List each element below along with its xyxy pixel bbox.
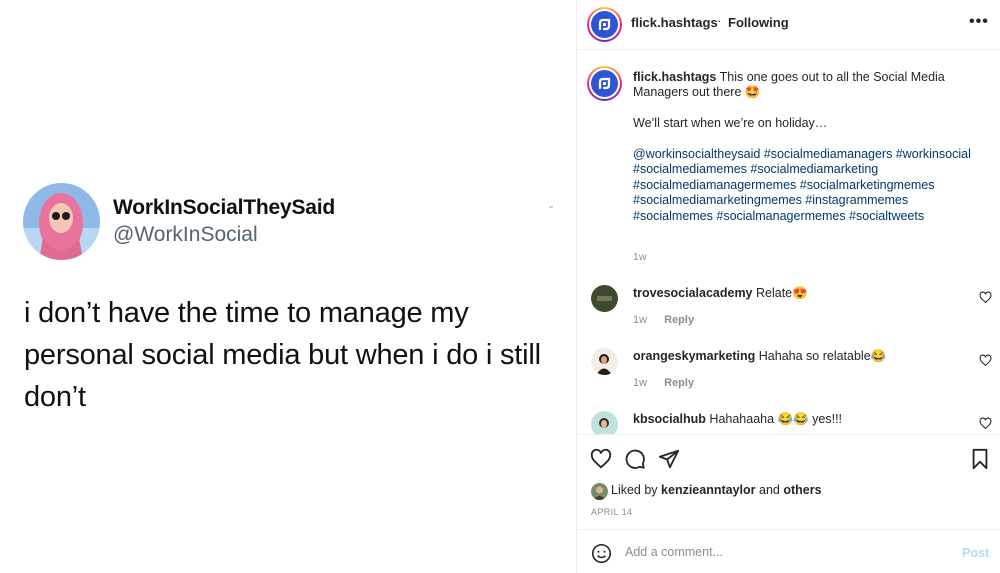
caption-hashtags[interactable]: @workinsocialtheysaid #socialmediamanage… — [633, 147, 971, 223]
comment-bubble-icon[interactable] — [624, 448, 646, 470]
comment-text: kbsocialhub Hahahaaha 😂😂 yes!!! — [633, 412, 842, 427]
tweet-text: i don’t have the time to manage my perso… — [24, 297, 541, 413]
comments-list[interactable]: flick.hashtags This one goes out to all … — [577, 51, 1000, 434]
add-comment-bar: Post — [577, 529, 1000, 573]
reply-button[interactable]: Reply — [664, 377, 694, 389]
comment-username[interactable]: orangeskymarketing — [633, 349, 755, 363]
flick-logo-icon — [591, 11, 618, 38]
tweet-display-name: WorkInSocialTheySaid — [113, 196, 336, 219]
reply-button[interactable]: Reply — [664, 314, 694, 326]
tweet-handle: @WorkInSocial — [113, 223, 258, 246]
comment-time: 1w — [633, 314, 648, 326]
caption-text-2: We’ll start when we’re on holiday… — [633, 116, 828, 131]
comment-meta: 1w Reply — [633, 377, 694, 389]
comment-body: Hahahaaha 😂😂 yes!!! — [709, 412, 843, 426]
liker-username[interactable]: kenzieanntaylor — [661, 483, 755, 497]
share-send-icon[interactable] — [658, 448, 680, 470]
header-username[interactable]: flick.hashtags — [631, 15, 718, 30]
flick-logo-icon — [591, 70, 618, 97]
tweet-divider-mark — [549, 206, 553, 208]
post-header: flick.hashtags · Following ••• — [577, 0, 1000, 50]
like-comment-heart-icon[interactable] — [979, 354, 992, 367]
more-options-icon[interactable]: ••• — [969, 13, 989, 31]
comment-avatar[interactable] — [591, 285, 618, 312]
tweet-avatar — [23, 183, 100, 260]
comment-username[interactable]: trovesocialacademy — [633, 286, 753, 300]
comment-username[interactable]: kbsocialhub — [633, 412, 706, 426]
caption-timestamp: 1w — [633, 251, 647, 263]
like-heart-icon[interactable] — [590, 448, 612, 470]
post-date[interactable]: APRIL 14 — [591, 507, 632, 517]
comment-meta: 1w Reply — [633, 314, 694, 326]
emoji-icon[interactable] — [591, 543, 612, 564]
post-image[interactable]: WorkInSocialTheySaid @WorkInSocial i don… — [0, 0, 576, 573]
likes-prefix: Liked by — [611, 483, 658, 497]
liker-avatar[interactable] — [591, 483, 608, 500]
comment-body: Relate😍 — [756, 286, 808, 300]
post-comment-button[interactable]: Post — [962, 546, 989, 560]
post-sidebar: flick.hashtags · Following ••• flick.has… — [576, 0, 1000, 573]
comment-avatar[interactable] — [591, 348, 618, 375]
add-comment-input[interactable] — [625, 540, 945, 564]
likes-summary: Liked by kenzieanntaylor and others — [611, 483, 822, 497]
profile-avatar[interactable] — [587, 7, 622, 42]
caption-avatar[interactable] — [587, 66, 622, 101]
following-button[interactable]: Following — [728, 15, 789, 30]
likes-others-link[interactable]: others — [783, 483, 821, 497]
comment-text: trovesocialacademy Relate😍 — [633, 286, 808, 301]
like-comment-heart-icon[interactable] — [979, 291, 992, 304]
caption-username[interactable]: flick.hashtags — [633, 70, 716, 84]
likes-and: and — [759, 483, 780, 497]
save-bookmark-icon[interactable] — [969, 448, 991, 470]
like-comment-heart-icon[interactable] — [979, 417, 992, 430]
comment-text: orangeskymarketing Hahaha so relatable😂 — [633, 349, 886, 364]
post-actions: Liked by kenzieanntaylor and others APRI… — [577, 434, 1000, 529]
header-separator: · — [717, 13, 722, 28]
post-caption: flick.hashtags This one goes out to all … — [633, 70, 973, 224]
comment-body: Hahaha so relatable😂 — [758, 349, 887, 363]
comment-avatar[interactable] — [591, 411, 618, 434]
comment-time: 1w — [633, 377, 648, 389]
